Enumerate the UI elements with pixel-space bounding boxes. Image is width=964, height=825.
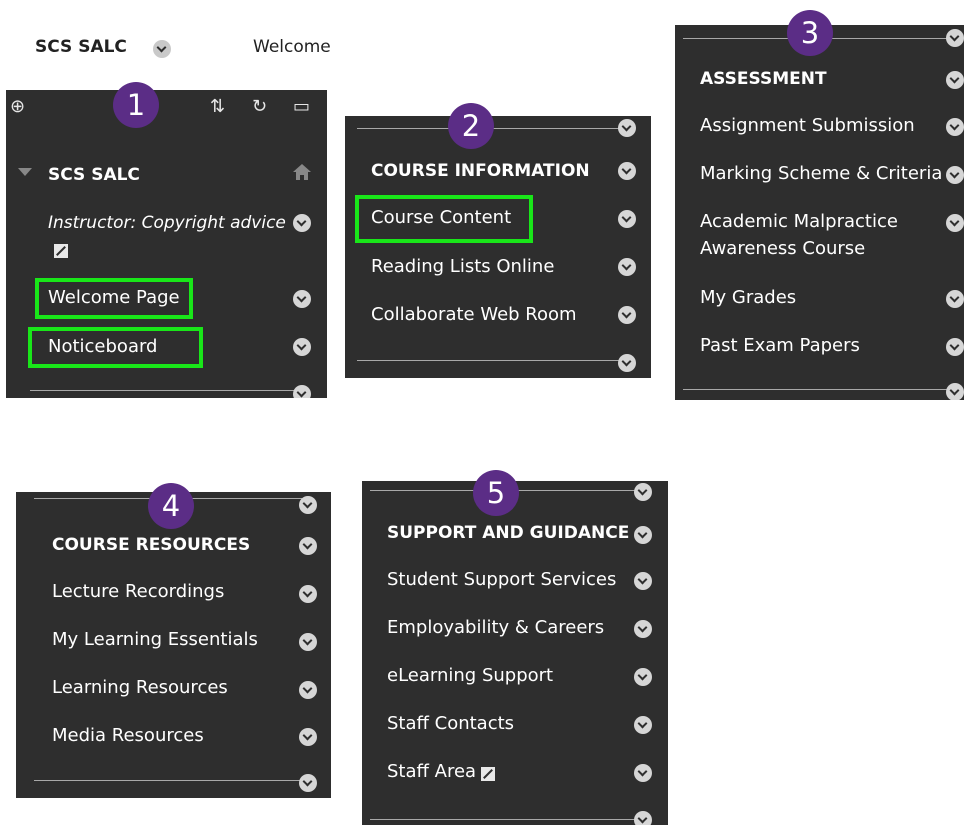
menu-item-past-exam-papers[interactable]: Past Exam Papers (700, 335, 860, 357)
home-icon[interactable] (293, 164, 311, 180)
menu-item-my-learning-essentials[interactable]: My Learning Essentials (52, 629, 258, 651)
hidden-from-students-icon (54, 244, 68, 258)
staff-area-options-icon[interactable] (634, 764, 652, 782)
divider (370, 819, 640, 820)
top-course-title[interactable]: SCS SALC (35, 37, 127, 57)
section-heading-support-and-guidance[interactable]: SUPPORT AND GUIDANCE (387, 522, 637, 544)
menu-item-academic-malpractice[interactable]: Academic Malpractice (700, 211, 898, 233)
heading-options-icon[interactable] (946, 71, 964, 89)
highlight-welcome-page (35, 278, 193, 319)
highlight-noticeboard (28, 327, 203, 368)
step-badge-3: 3 (787, 10, 833, 56)
folder-view-icon[interactable]: ▭ (293, 98, 310, 116)
hidden-from-students-icon (481, 767, 495, 781)
refresh-icon[interactable]: ↻ (252, 98, 267, 116)
elearning-options-icon[interactable] (634, 668, 652, 686)
course-content-options-icon[interactable] (618, 210, 636, 228)
divider-options-icon[interactable] (618, 119, 636, 137)
menu-item-collaborate-web-room[interactable]: Collaborate Web Room (371, 304, 577, 326)
menu-item-elearning-support[interactable]: eLearning Support (387, 665, 553, 687)
lecture-recordings-options-icon[interactable] (299, 585, 317, 603)
menu-item-student-support-services[interactable]: Student Support Services (387, 569, 616, 591)
step-badge-2: 2 (448, 103, 494, 149)
section-heading-course-information[interactable]: COURSE INFORMATION (371, 160, 590, 182)
menu-item-reading-lists-online[interactable]: Reading Lists Online (371, 256, 554, 278)
noticeboard-options-icon[interactable] (293, 338, 311, 356)
divider-options-icon[interactable] (299, 774, 317, 792)
add-menu-item-icon[interactable]: ⊕ (10, 98, 25, 116)
heading-options-icon[interactable] (634, 526, 652, 544)
course-menu-panel-3: ASSESSMENT Assignment Submission Marking… (675, 25, 964, 400)
menu-item-employability-careers[interactable]: Employability & Careers (387, 617, 604, 639)
course-menu-panel-2: COURSE INFORMATION Course Content Readin… (345, 116, 651, 378)
past-exam-options-icon[interactable] (946, 338, 964, 356)
heading-options-icon[interactable] (299, 537, 317, 555)
learning-essentials-options-icon[interactable] (299, 633, 317, 651)
section-heading-course-resources[interactable]: COURSE RESOURCES (52, 534, 250, 556)
menu-item-lecture-recordings[interactable]: Lecture Recordings (52, 581, 224, 603)
instructor-link[interactable]: Instructor: Copyright advice (48, 212, 286, 234)
menu-item-staff-contacts[interactable]: Staff Contacts (387, 713, 514, 735)
course-menu-panel-5: SUPPORT AND GUIDANCE Student Support Ser… (362, 481, 668, 825)
step-badge-5: 5 (473, 470, 519, 516)
course-menu-chevron-icon[interactable] (153, 40, 171, 58)
menu-item-staff-area[interactable]: Staff Area (387, 761, 476, 783)
divider-options-icon[interactable] (293, 385, 311, 398)
divider-options-icon[interactable] (946, 29, 964, 47)
course-menu-title[interactable]: SCS SALC (48, 164, 140, 186)
step-badge-1: 1 (113, 82, 159, 128)
menu-item-academic-malpractice-line2[interactable]: Awareness Course (700, 238, 865, 260)
divider (683, 389, 948, 390)
collaborate-options-icon[interactable] (618, 306, 636, 324)
student-support-options-icon[interactable] (634, 572, 652, 590)
menu-item-media-resources[interactable]: Media Resources (52, 725, 204, 747)
reorder-icon[interactable]: ⇅ (210, 98, 225, 116)
media-resources-options-icon[interactable] (299, 728, 317, 746)
divider-options-icon[interactable] (634, 811, 652, 825)
divider (30, 390, 300, 391)
menu-item-marking-scheme[interactable]: Marking Scheme & Criteria (700, 163, 946, 185)
course-menu-panel-4: COURSE RESOURCES Lecture Recordings My L… (16, 492, 331, 798)
divider (34, 780, 302, 781)
menu-item-learning-resources[interactable]: Learning Resources (52, 677, 228, 699)
heading-options-icon[interactable] (618, 162, 636, 180)
step-badge-4: 4 (148, 483, 194, 529)
divider (357, 360, 627, 361)
instructor-options-icon[interactable] (293, 214, 311, 232)
divider-options-icon[interactable] (299, 496, 317, 514)
top-welcome-link[interactable]: Welcome (253, 37, 333, 57)
menu-item-my-grades[interactable]: My Grades (700, 287, 796, 309)
assignment-options-icon[interactable] (946, 118, 964, 136)
divider-options-icon[interactable] (634, 483, 652, 501)
divider-options-icon[interactable] (946, 383, 964, 400)
my-grades-options-icon[interactable] (946, 290, 964, 308)
academic-malpractice-options-icon[interactable] (946, 214, 964, 232)
employability-options-icon[interactable] (634, 620, 652, 638)
welcome-page-options-icon[interactable] (293, 290, 311, 308)
menu-item-assignment-submission[interactable]: Assignment Submission (700, 115, 915, 137)
section-heading-assessment[interactable]: ASSESSMENT (700, 68, 827, 90)
highlight-course-content (355, 195, 533, 243)
collapse-triangle-icon[interactable] (18, 168, 32, 176)
staff-contacts-options-icon[interactable] (634, 716, 652, 734)
divider-options-icon[interactable] (618, 354, 636, 372)
reading-lists-options-icon[interactable] (618, 258, 636, 276)
learning-resources-options-icon[interactable] (299, 681, 317, 699)
marking-scheme-options-icon[interactable] (946, 166, 964, 184)
